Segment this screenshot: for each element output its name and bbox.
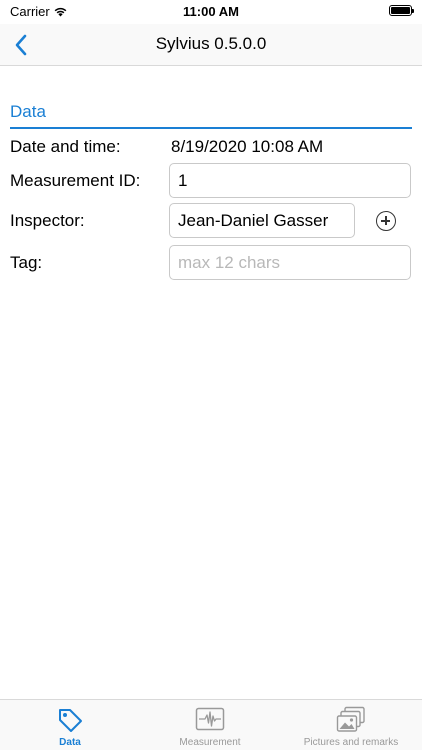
add-inspector-button[interactable]	[376, 211, 396, 231]
inspector-label: Inspector:	[10, 211, 85, 230]
tab-pictures[interactable]: Pictures and remarks	[296, 700, 406, 750]
inspector-value: Jean-Daniel Gasser	[178, 210, 329, 230]
inspector-field[interactable]: Jean-Daniel Gasser	[169, 203, 355, 238]
status-bar: Carrier 11:00 AM	[0, 0, 422, 24]
tag-placeholder: max 12 chars	[178, 252, 281, 272]
battery-fill	[391, 7, 410, 14]
date-time-label: Date and time:	[10, 137, 121, 156]
tab-measurement[interactable]: Measurement	[160, 700, 260, 750]
section-divider	[10, 127, 412, 129]
waveform-icon	[195, 706, 225, 737]
date-time-value: 8/19/2020 10:08 AM	[171, 137, 324, 156]
navigation-bar: Sylvius 0.5.0.0	[0, 24, 422, 66]
tag-label: Tag:	[10, 253, 43, 272]
battery-icon	[389, 5, 414, 16]
tab-data[interactable]: Data	[20, 700, 120, 750]
tag-icon	[56, 706, 84, 739]
measurement-id-field[interactable]: 1	[169, 163, 411, 198]
section-title: Data	[10, 102, 46, 121]
battery-nub	[412, 9, 414, 13]
clock: 11:00 AM	[183, 4, 239, 19]
page-title: Sylvius 0.5.0.0	[155, 34, 267, 53]
measurement-id-value: 1	[178, 170, 188, 190]
tab-label: Pictures and remarks	[303, 737, 399, 748]
measurement-id-label: Measurement ID:	[10, 171, 141, 190]
photos-icon	[336, 706, 366, 739]
tab-label: Measurement	[179, 737, 241, 748]
tab-label: Data	[59, 737, 81, 748]
tag-field[interactable]: max 12 chars	[169, 245, 411, 280]
tab-bar: Data Measurement Pictures and remarks	[0, 699, 422, 750]
